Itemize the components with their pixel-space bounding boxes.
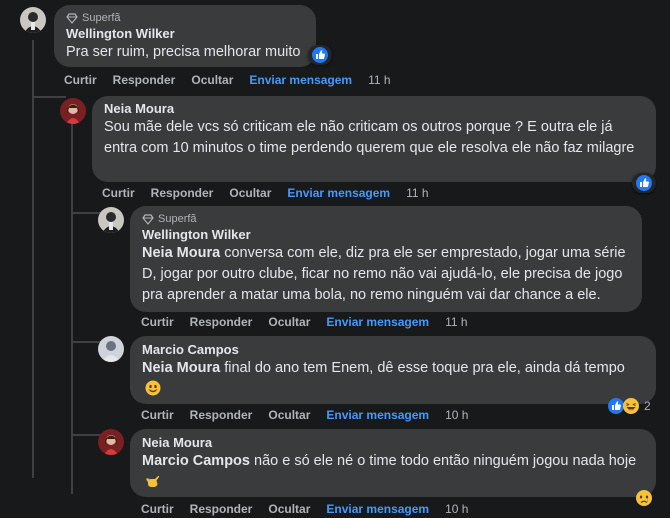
timestamp[interactable]: 11 h — [406, 186, 428, 200]
reaction-summary[interactable] — [308, 45, 332, 65]
thread-line — [71, 124, 73, 494]
like-icon — [312, 47, 328, 63]
send-message-link[interactable]: Enviar mensagem — [326, 502, 429, 516]
avatar[interactable] — [98, 336, 124, 362]
thread-line — [32, 40, 34, 478]
thread-line — [32, 96, 66, 98]
comment-text: Pra ser ruim, precisa melhorar muito — [66, 44, 301, 60]
comment-bubble: Neia Moura Sou mãe dele vcs só criticam … — [92, 96, 656, 182]
comment-body: não e só ele né o time todo então ningué… — [254, 453, 637, 469]
thread-line — [71, 434, 101, 436]
superfan-badge: Superfã — [142, 212, 630, 225]
send-message-link[interactable]: Enviar mensagem — [249, 73, 352, 87]
reaction-summary[interactable] — [632, 173, 656, 193]
diamond-icon — [66, 12, 78, 24]
comment-actions: Curtir Responder Ocultar Enviar mensagem… — [141, 501, 484, 517]
comment-text: Neia Moura conversa com ele, diz pra ele… — [142, 243, 630, 306]
reply-link[interactable]: Responder — [190, 408, 253, 422]
like-link[interactable]: Curtir — [141, 502, 174, 516]
timestamp[interactable]: 10 h — [445, 502, 468, 516]
timestamp[interactable]: 11 h — [368, 73, 390, 87]
thread-line — [71, 212, 101, 214]
comment-text: Sou mãe dele vcs só criticam ele não cri… — [104, 119, 635, 156]
avatar[interactable] — [20, 7, 46, 33]
hide-link[interactable]: Ocultar — [191, 73, 233, 87]
comment-actions: Curtir Responder Ocultar Enviar mensagem… — [141, 314, 484, 330]
comment-actions: Curtir Responder Ocultar Enviar mensagem… — [141, 407, 484, 423]
reply-link[interactable]: Responder — [190, 502, 253, 516]
hide-link[interactable]: Ocultar — [268, 502, 310, 516]
comment-author[interactable]: Wellington Wilker — [142, 227, 630, 243]
thread-line — [71, 341, 101, 343]
mention-link[interactable]: Neia Moura — [142, 245, 220, 261]
avatar[interactable] — [98, 429, 124, 455]
comment-text: Marcio Campos não e só ele né o time tod… — [142, 451, 644, 493]
like-link[interactable]: Curtir — [141, 315, 174, 329]
reaction-count: 2 — [644, 399, 651, 413]
timestamp[interactable]: 11 h — [445, 315, 467, 329]
avatar[interactable] — [98, 207, 124, 233]
comment-actions: Curtir Responder Ocultar Enviar mensagem… — [64, 72, 407, 88]
diamond-icon — [142, 213, 154, 225]
mention-link[interactable]: Neia Moura — [142, 360, 220, 376]
reaction-summary[interactable] — [632, 488, 656, 508]
like-link[interactable]: Curtir — [102, 186, 135, 200]
hide-link[interactable]: Ocultar — [268, 408, 310, 422]
send-message-link[interactable]: Enviar mensagem — [287, 186, 390, 200]
send-message-link[interactable]: Enviar mensagem — [326, 408, 429, 422]
smile-emoji-icon — [145, 380, 161, 396]
reply-link[interactable]: Responder — [151, 186, 214, 200]
send-message-link[interactable]: Enviar mensagem — [326, 315, 429, 329]
reply-link[interactable]: Responder — [113, 73, 176, 87]
reply-link[interactable]: Responder — [190, 315, 253, 329]
comment-body: final do ano tem Enem, dê esse toque pra… — [224, 360, 625, 376]
hide-link[interactable]: Ocultar — [229, 186, 271, 200]
avatar[interactable] — [60, 98, 86, 124]
comment-actions: Curtir Responder Ocultar Enviar mensagem… — [102, 185, 445, 201]
sad-icon — [636, 490, 652, 506]
reaction-summary[interactable]: 2 — [604, 396, 657, 416]
superfan-badge: Superfã — [66, 11, 304, 24]
comment-author[interactable]: Marcio Campos — [142, 342, 644, 358]
comment-author[interactable]: Neia Moura — [142, 435, 644, 451]
badge-label: Superfã — [82, 11, 121, 24]
timestamp[interactable]: 10 h — [445, 408, 468, 422]
mention-link[interactable]: Marcio Campos — [142, 453, 250, 469]
like-icon — [636, 175, 652, 191]
comment-author[interactable]: Wellington Wilker — [66, 26, 304, 42]
comment-bubble: Superfã Wellington Wilker Pra ser ruim, … — [54, 5, 316, 67]
like-link[interactable]: Curtir — [141, 408, 174, 422]
hide-link[interactable]: Ocultar — [268, 315, 310, 329]
comment-bubble: Superfã Wellington Wilker Neia Moura con… — [130, 206, 642, 312]
haha-icon — [623, 398, 639, 414]
comment-text: Neia Moura final do ano tem Enem, dê ess… — [142, 358, 644, 400]
like-link[interactable]: Curtir — [64, 73, 97, 87]
comment-bubble: Neia Moura Marcio Campos não e só ele né… — [130, 429, 656, 497]
comment-author[interactable]: Neia Moura — [104, 101, 644, 117]
call-me-hand-emoji-icon — [146, 475, 160, 487]
badge-label: Superfã — [158, 212, 197, 225]
comment-bubble: Marcio Campos Neia Moura final do ano te… — [130, 336, 656, 404]
